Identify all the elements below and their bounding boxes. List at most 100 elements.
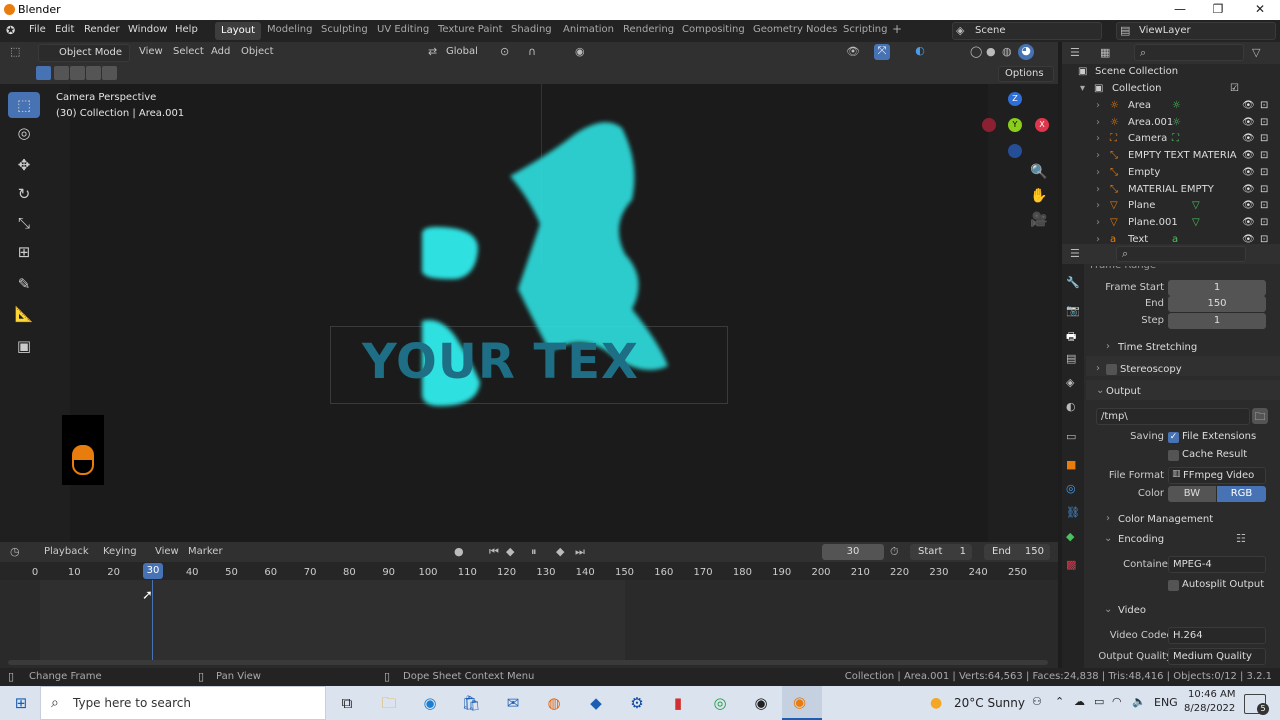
mail-icon[interactable]: ✉ [502,693,524,713]
select-subtract-icon[interactable] [70,66,85,80]
color-bw-button[interactable]: BW [1168,486,1216,502]
zoom-icon[interactable]: 🔍 [1030,164,1047,180]
tab-geometry-nodes[interactable]: Geometry Nodes [753,24,837,35]
timeline-editor-icon[interactable]: ◷ [10,545,20,558]
jump-start-icon[interactable]: ⏮ [489,545,499,559]
tab-animation[interactable]: Animation [563,24,614,35]
properties-search-input[interactable] [1116,246,1246,262]
horizontal-scrollbar[interactable] [8,660,1048,665]
viewport-menu-object[interactable]: Object [241,46,274,57]
world-tab-icon[interactable]: ◐ [1066,400,1076,413]
gizmo-y-icon[interactable]: Y [1008,118,1022,132]
annotate-tool[interactable]: ✎ [8,271,40,297]
taskbar-search-box[interactable]: ⌕ Type here to search [40,686,326,720]
pivot-icon[interactable]: ⊙ [500,45,509,58]
outliner-row[interactable]: › ▽ Plane.001 ▽ 👁 ⊡ [1062,217,1280,233]
camera-render-icon[interactable]: ⊡ [1260,133,1268,144]
expand-icon[interactable]: › [1096,100,1100,111]
select-new-icon[interactable] [36,66,51,80]
expand-icon[interactable]: ▾ [1080,83,1085,94]
expand-icon[interactable]: › [1096,117,1100,128]
cloud-icon[interactable]: ☁ [1074,695,1085,708]
file-extensions-checkbox[interactable]: ✓ [1168,432,1179,443]
eye-icon[interactable]: 👁 [1242,167,1255,178]
end-frame-field[interactable]: End 150 [984,544,1050,560]
marker-menu[interactable]: Marker [188,546,223,557]
output-tab-icon[interactable]: 🖶 [1066,328,1076,347]
video-section[interactable]: Video [1118,605,1146,616]
camera-render-icon[interactable]: ⊡ [1260,117,1268,128]
collapse-icon[interactable]: ⌄ [1104,533,1112,544]
expand-icon[interactable]: › [1096,150,1100,161]
autosplit-checkbox[interactable] [1168,580,1179,591]
tab-sculpting[interactable]: Sculpting [321,24,368,35]
folder-icon[interactable]: 🗀 [1252,408,1268,424]
expand-icon[interactable]: › [1106,341,1110,352]
transform-orientation-dropdown[interactable]: Global [446,46,478,57]
gizmo-toggle-icon[interactable]: ⤧ [874,44,890,60]
checkbox-icon[interactable]: ☑ [1230,83,1239,94]
close-button[interactable]: ✕ [1250,2,1270,16]
video-codec-dropdown[interactable]: H.264 [1168,627,1266,644]
3d-viewport[interactable]: Camera Perspective (30) Collection | Are… [0,84,1058,542]
select-invert-icon[interactable] [86,66,101,80]
viewport-menu-view[interactable]: View [139,46,163,57]
pan-hand-icon[interactable]: ✋ [1030,188,1047,204]
eye-icon[interactable]: 👁 [1242,117,1255,128]
pause-icon[interactable]: ⏸ [531,545,537,559]
outliner-row[interactable]: › ☼ Area ☼ 👁 ⊡ [1062,100,1280,116]
eye-icon[interactable]: 👁 [1242,133,1255,144]
outliner-row[interactable]: › ⤡ MATERIAL EMPTY 👁 ⊡ [1062,184,1280,200]
outliner-row[interactable]: › ⤡ Empty 👁 ⊡ [1062,167,1280,183]
eye-icon[interactable]: 👁 [1242,234,1255,245]
expand-icon[interactable]: › [1096,200,1100,211]
store-icon[interactable]: 🛍 [460,693,482,713]
tab-shading[interactable]: Shading [511,24,552,35]
playback-menu[interactable]: Playback [44,546,89,557]
rendered-shading-icon[interactable]: ◕ [1018,44,1034,60]
material-shading-icon[interactable]: ◍ [1002,45,1012,58]
viewport-menu-add[interactable]: Add [211,46,230,57]
menu-file[interactable]: File [29,24,46,35]
options-dropdown[interactable]: Options [998,66,1054,82]
collection-tab-icon[interactable]: ▭ [1066,430,1076,443]
snap-icon[interactable]: ∩ [528,45,536,58]
editor-type-icon[interactable]: ⬚ [10,45,20,58]
blender-menu-icon[interactable]: ✪ [6,24,15,37]
stopwatch-icon[interactable]: ⏱ [890,545,899,559]
next-keyframe-icon[interactable]: ◆ [556,545,564,558]
notifications-icon[interactable]: 5 [1244,694,1269,715]
gizmo-neg-z-icon[interactable] [1008,144,1022,158]
volume-icon[interactable]: 🔈 [1132,695,1146,708]
playhead-indicator[interactable]: 30 [143,563,163,579]
add-workspace-button[interactable]: + [892,22,902,36]
outliner-editor-icon[interactable]: ☰ [1070,46,1080,59]
object-tab-icon[interactable]: ■ [1066,458,1076,471]
tab-texture-paint[interactable]: Texture Paint [438,24,503,35]
clock-time[interactable]: 10:46 AM [1188,689,1235,700]
camera-render-icon[interactable]: ⊡ [1260,100,1268,111]
select-box-tool[interactable]: ⬚ [8,92,40,118]
menu-window[interactable]: Window [128,24,167,35]
solid-shading-icon[interactable]: ● [986,45,996,58]
rotate-tool[interactable]: ↻ [8,181,40,207]
dropbox-icon[interactable]: ◆ [585,693,607,713]
object-data-icon[interactable]: ⛶ [1172,133,1179,144]
eye-icon[interactable]: 👁 [1242,184,1255,195]
stereoscopy-section[interactable]: Stereoscopy [1120,364,1182,375]
eye-icon[interactable]: 👁 [1242,217,1255,228]
time-stretching-section[interactable]: Time Stretching [1118,342,1197,353]
object-data-icon[interactable]: ☼ [1172,117,1181,128]
current-frame-field[interactable]: 30 [822,544,884,560]
keying-menu[interactable]: Keying [103,546,137,557]
visibility-icon[interactable]: 👁 [846,45,860,58]
outliner-search-input[interactable] [1134,44,1244,61]
obs-icon[interactable]: ◉ [750,693,772,713]
camera-view-icon[interactable]: 🎥 [1030,212,1047,228]
wireframe-shading-icon[interactable]: ◯ [970,45,982,58]
start-frame-field[interactable]: Start 1 [910,544,972,560]
object-mode-dropdown[interactable]: Object Mode [38,44,130,62]
object-data-icon[interactable]: ▽ [1192,217,1200,228]
expand-icon[interactable]: › [1096,167,1100,178]
end-field[interactable]: 150 [1168,296,1266,312]
